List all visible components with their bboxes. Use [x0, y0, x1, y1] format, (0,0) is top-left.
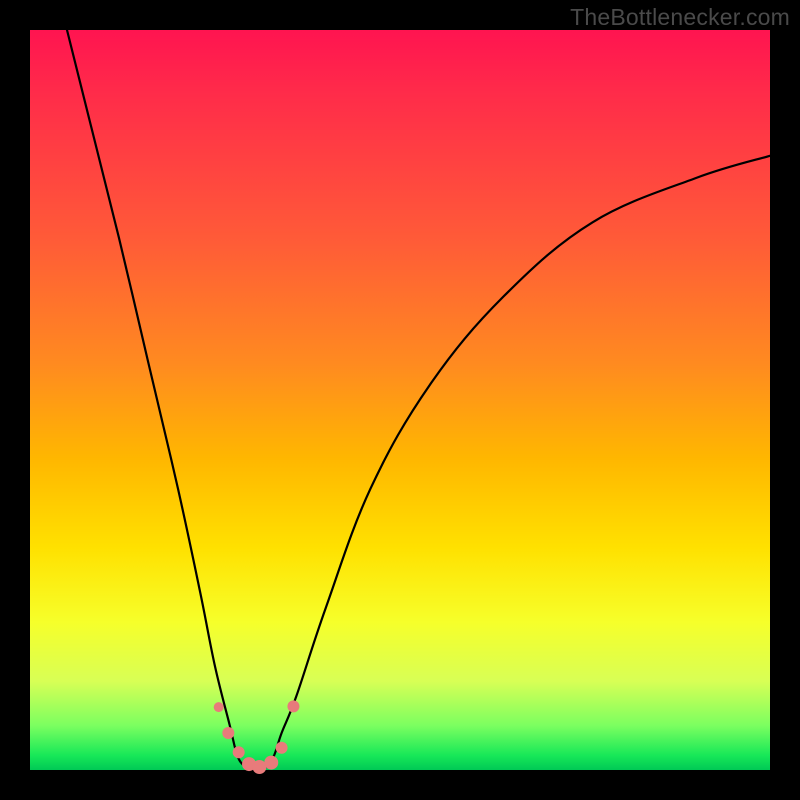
plot-area: [30, 30, 770, 770]
curve-layer: [30, 30, 770, 770]
valley-marker: [233, 746, 245, 758]
valley-marker: [222, 727, 234, 739]
valley-marker: [287, 700, 299, 712]
chart-frame: TheBottlenecker.com: [0, 0, 800, 800]
valley-marker: [214, 702, 224, 712]
bottleneck-curve: [67, 30, 770, 770]
valley-marker: [264, 756, 278, 770]
valley-marker: [276, 742, 288, 754]
watermark-text: TheBottlenecker.com: [570, 4, 790, 31]
